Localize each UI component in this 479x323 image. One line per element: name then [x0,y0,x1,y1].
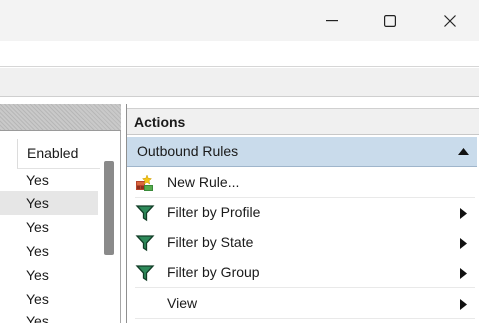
action-filter-by-profile[interactable]: Filter by Profile [127,198,477,228]
action-label: View [167,295,198,311]
actions-header: Actions [127,108,479,135]
maximize-button[interactable] [361,0,419,41]
section-label: Outbound Rules [137,143,239,159]
action-new-rule[interactable]: New Rule... [127,168,477,198]
enabled-cell: Yes [26,243,49,259]
table-row[interactable]: Yes [0,309,98,323]
column-header-label: Enabled [27,145,79,161]
collapse-up-icon[interactable] [458,148,469,155]
enabled-cell: Yes [26,219,49,235]
rules-pane-header [0,104,121,131]
table-row[interactable]: Yes [0,263,98,287]
submenu-arrow-icon [460,299,467,310]
enabled-cell: Yes [26,172,49,188]
divider [135,287,475,288]
divider [135,318,475,319]
filter-icon [135,235,155,252]
enabled-cell: Yes [26,291,49,307]
table-row[interactable]: Yes [0,215,98,239]
action-filter-by-state[interactable]: Filter by State [127,228,477,258]
title-bar [0,0,479,41]
action-label: New Rule... [167,174,240,190]
vertical-scrollbar[interactable] [100,139,120,323]
filter-icon [135,265,155,282]
submenu-arrow-icon [460,208,467,219]
filter-icon [135,205,155,222]
menu-bar [0,41,479,67]
scrollbar-thumb[interactable] [104,161,114,255]
submenu-arrow-icon [460,238,467,249]
action-label: Filter by Profile [167,204,261,220]
table-row[interactable]: Yes [0,287,98,311]
rules-list-pane: Enabled Yes Yes Yes Yes Yes Yes Yes [0,104,121,323]
action-filter-by-group[interactable]: Filter by Group [127,258,477,288]
section-outbound-rules[interactable]: Outbound Rules [127,137,477,167]
toolbar [0,68,479,97]
action-label: Filter by Group [167,264,260,280]
maximize-icon [384,14,396,27]
close-button[interactable] [421,0,479,41]
minimize-button[interactable] [303,0,361,41]
actions-title: Actions [134,114,186,130]
table-row[interactable]: Yes [0,239,98,263]
action-label: Filter by State [167,234,254,250]
submenu-arrow-icon [460,268,467,279]
table-row-selected[interactable]: Yes [0,191,98,215]
minimize-icon [326,19,338,21]
action-view[interactable]: View [127,289,477,319]
enabled-cell: Yes [26,195,49,211]
new-rule-icon [136,174,153,191]
enabled-cell: Yes [26,313,49,323]
enabled-cell: Yes [26,267,49,283]
table-row[interactable]: Yes [0,168,98,192]
close-icon [444,14,456,27]
actions-pane: Actions Outbound Rules New Rule... Filte… [126,104,479,323]
column-header-enabled[interactable]: Enabled [17,139,101,169]
